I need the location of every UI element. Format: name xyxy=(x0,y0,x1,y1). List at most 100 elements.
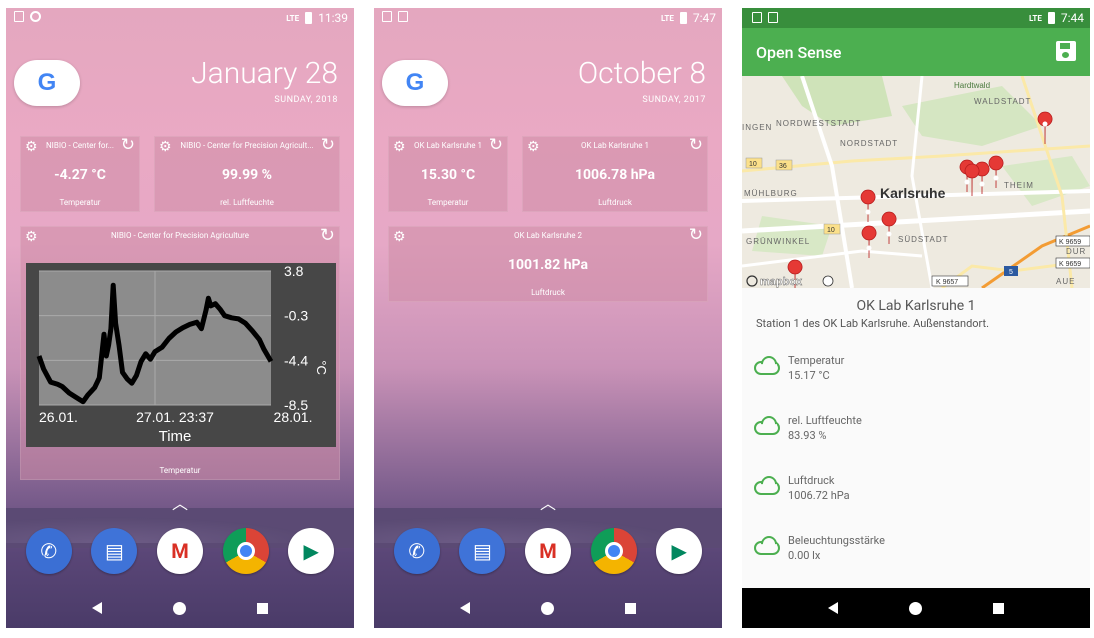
recents-icon[interactable] xyxy=(993,602,1005,614)
home-icon[interactable] xyxy=(908,601,922,615)
save-icon[interactable] xyxy=(1056,41,1076,61)
day-label: SUNDAY, 2017 xyxy=(642,95,706,105)
back-icon[interactable] xyxy=(827,602,838,614)
marker-dot xyxy=(1042,121,1048,127)
marker-dot xyxy=(866,245,872,251)
google-icon: G xyxy=(37,69,57,96)
x-tick-label: 27.01. 23:37 xyxy=(136,409,214,425)
sensor-value: 83.93 % xyxy=(788,429,827,442)
map-label-theim: THEIM xyxy=(1004,181,1034,190)
sensor-name: Beleuchtungsstärke xyxy=(788,534,885,547)
refresh-icon[interactable]: ↻ xyxy=(489,137,503,154)
widget-label: Temperatur xyxy=(159,466,201,475)
recents-icon[interactable] xyxy=(625,602,637,614)
sensor-widget[interactable]: ⚙ OK Lab Karlsruhe 1 ↻ 15.30 °C Temperat… xyxy=(388,136,508,212)
cloud-icon xyxy=(754,481,780,495)
road-number: 5 xyxy=(1009,269,1013,276)
wifi-icon xyxy=(14,11,24,22)
map-label-dur: DUR xyxy=(1066,247,1086,256)
home-icon[interactable] xyxy=(540,601,554,615)
phone-screen-3: LTE 7:44 Open Sense Hardtwald WALDSTADT … xyxy=(742,8,1090,628)
station-map[interactable]: Hardtwald WALDSTADT INGEN NORDWESTSTADT … xyxy=(742,76,1090,288)
status-bar: LTE 7:47 xyxy=(374,8,722,28)
map-label-hardtwald: Hardtwald xyxy=(954,81,990,90)
sensor-name: Luftdruck xyxy=(788,474,835,487)
map-svg: Hardtwald WALDSTADT INGEN NORDWESTSTADT … xyxy=(742,76,1090,288)
gear-icon[interactable]: ⚙ xyxy=(393,140,406,154)
google-search-widget[interactable]: G xyxy=(14,60,80,106)
battery-icon xyxy=(1047,12,1055,24)
gmail-app-icon[interactable]: M xyxy=(524,528,571,574)
chrome-app-icon[interactable] xyxy=(590,528,637,574)
back-icon[interactable] xyxy=(91,602,102,614)
notification-icon xyxy=(752,12,762,23)
sensor-row[interactable]: Beleuchtungsstärke 0.00 lx xyxy=(754,528,885,568)
widget-label: Luftdruck xyxy=(598,198,632,207)
gear-icon[interactable]: ⚙ xyxy=(393,230,406,244)
refresh-icon[interactable]: ↻ xyxy=(689,137,703,154)
navigation-bar xyxy=(6,588,354,628)
sensor-widget[interactable]: ⚙ OK Lab Karlsruhe 1 ↻ 1006.78 hPa Luftd… xyxy=(522,136,708,212)
app-drawer-chevron-icon[interactable]: ︿ xyxy=(374,490,722,514)
map-label-nordweststadt: NORDWESTSTADT xyxy=(776,119,861,128)
sensor-value: 0.00 lx xyxy=(788,549,821,562)
status-time: 11:39 xyxy=(318,11,348,25)
date-widget[interactable]: October 8 xyxy=(578,56,706,91)
chart-widget[interactable]: ⚙ NIBIO - Center for Precision Agricultu… xyxy=(20,226,340,480)
cloud-icon xyxy=(754,421,780,435)
widget-title: NIBIO - Center for... xyxy=(45,141,115,150)
sensor-name: rel. Luftfeuchte xyxy=(788,414,862,427)
road-number: 10 xyxy=(827,227,835,234)
gmail-app-icon[interactable]: M xyxy=(156,528,203,574)
navigation-bar xyxy=(374,588,722,628)
google-search-widget[interactable]: G xyxy=(382,60,448,106)
x-tick-label: 28.01. xyxy=(274,409,313,425)
play-store-app-icon[interactable]: ▶ xyxy=(288,528,335,574)
battery-icon xyxy=(305,12,313,24)
road-number: K 9659 xyxy=(1059,239,1081,246)
cloud-icon xyxy=(754,361,780,375)
map-label-waldstadt: WALDSTADT xyxy=(974,97,1031,106)
marker-dot xyxy=(865,209,871,215)
date-widget[interactable]: January 28 xyxy=(191,56,338,91)
attribution-info-icon[interactable] xyxy=(822,275,834,287)
recents-icon[interactable] xyxy=(257,602,269,614)
mapbox-wordmark: mapbox xyxy=(760,276,803,288)
status-time: 7:47 xyxy=(692,11,716,25)
phone-app-icon[interactable]: ✆ xyxy=(25,528,72,574)
play-store-app-icon[interactable]: ▶ xyxy=(656,528,703,574)
gear-icon[interactable]: ⚙ xyxy=(25,140,38,154)
refresh-icon[interactable]: ↻ xyxy=(689,227,703,244)
sensor-widget[interactable]: ⚙ NIBIO - Center for Precision Agricult.… xyxy=(154,136,340,212)
widget-label: rel. Luftfeuchte xyxy=(220,198,274,207)
y-tick-label: -0.3 xyxy=(284,308,308,324)
phone-app-icon[interactable]: ✆ xyxy=(393,528,440,574)
marker-dot xyxy=(964,179,970,185)
x-tick-label: 26.01. xyxy=(39,409,78,425)
sensor-widget[interactable]: ⚙ NIBIO - Center for... ↻ -4.27 °C Tempe… xyxy=(20,136,140,212)
refresh-icon[interactable]: ↻ xyxy=(320,227,335,245)
gear-icon[interactable]: ⚙ xyxy=(159,140,172,154)
gear-icon[interactable]: ⚙ xyxy=(25,230,38,244)
sensor-widget[interactable]: ⚙ OK Lab Karlsruhe 2 ↻ 1001.82 hPa Luftd… xyxy=(388,226,708,302)
sensor-row[interactable]: Temperatur 15.17 °C xyxy=(754,348,844,388)
sensor-row[interactable]: Luftdruck 1006.72 hPa xyxy=(754,468,850,508)
map-label-sudstadt: SÜDSTADT xyxy=(898,235,949,244)
widget-value: 1001.82 hPa xyxy=(507,257,588,273)
messages-app-icon[interactable]: ▤ xyxy=(459,528,506,574)
widget-title: NIBIO - Center for Precision Agricult... xyxy=(180,141,314,150)
y-axis-label: °C xyxy=(314,360,329,375)
gear-icon[interactable]: ⚙ xyxy=(527,140,540,154)
network-type: LTE xyxy=(286,13,300,23)
app-drawer-chevron-icon[interactable]: ︿ xyxy=(6,490,354,514)
station-name: OK Lab Karlsruhe 1 xyxy=(856,298,976,314)
map-label-ingen: INGEN xyxy=(742,123,772,132)
chrome-app-icon[interactable] xyxy=(222,528,269,574)
refresh-icon[interactable]: ↻ xyxy=(121,137,135,154)
refresh-icon[interactable]: ↻ xyxy=(321,137,335,154)
marker-dot xyxy=(979,181,985,187)
home-icon[interactable] xyxy=(172,601,186,615)
back-icon[interactable] xyxy=(459,602,470,614)
messages-app-icon[interactable]: ▤ xyxy=(91,528,138,574)
sensor-row[interactable]: rel. Luftfeuchte 83.93 % xyxy=(754,408,862,448)
